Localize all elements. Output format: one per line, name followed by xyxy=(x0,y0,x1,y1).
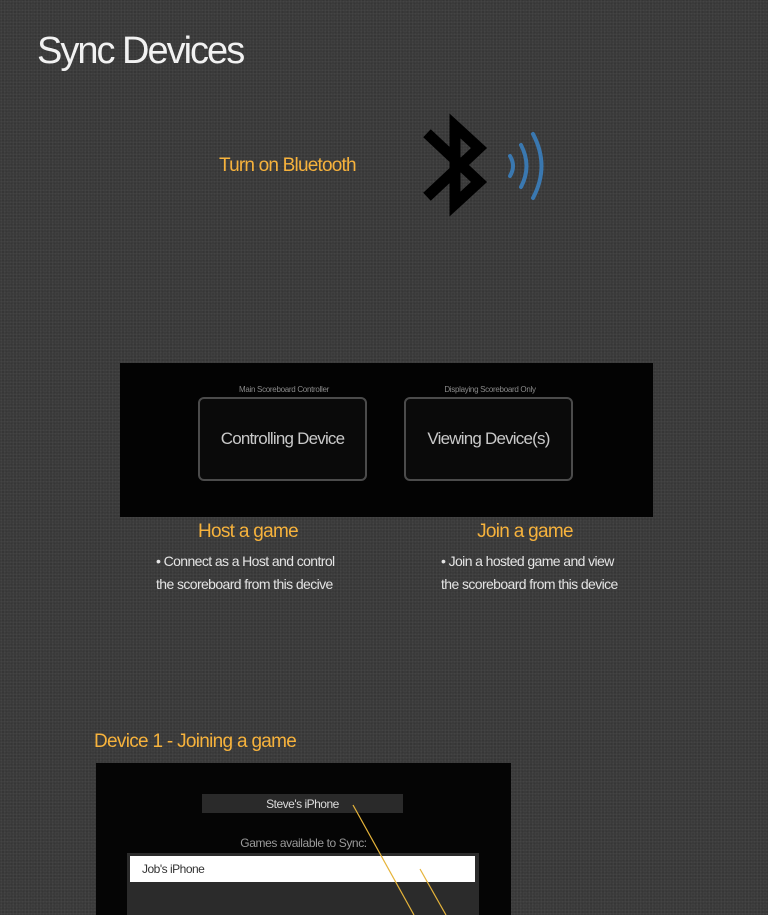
host-desc-line2: the scoreboard from this decive xyxy=(156,576,333,592)
annotation-line-1 xyxy=(352,804,415,915)
host-game-title: Host a game xyxy=(197,521,299,542)
controlling-device-button[interactable]: Controlling Device xyxy=(198,397,367,481)
join-game-title: Join a game xyxy=(477,521,574,542)
controller-caption: Main Scoreboard Controller xyxy=(238,385,330,394)
join-desc-line1: • Join a hosted game and view xyxy=(441,553,614,569)
page-title: Sync Devices xyxy=(37,30,245,72)
device-role-panel: Main Scoreboard Controller Controlling D… xyxy=(120,363,653,517)
bluetooth-icon xyxy=(423,113,488,217)
viewing-devices-button[interactable]: Viewing Device(s) xyxy=(404,397,573,481)
host-desc-line1: • Connect as a Host and control xyxy=(156,553,335,569)
join-desc-line2: the scoreboard from this device xyxy=(441,576,618,592)
join-game-description: • Join a hosted game and view the scoreb… xyxy=(441,550,618,596)
annotation-line-2 xyxy=(419,868,447,915)
viewer-caption: Displaying Scoreboard Only xyxy=(444,385,536,394)
host-game-description: • Connect as a Host and control the scor… xyxy=(156,550,335,596)
bluetooth-instruction: Turn on Bluetooth xyxy=(219,155,357,176)
annotation-lines xyxy=(352,804,447,915)
joining-section-title: Device 1 - Joining a game xyxy=(94,731,297,752)
signal-waves-icon xyxy=(508,132,544,200)
join-game-panel: Steve's iPhone Games available to Sync: … xyxy=(96,763,511,915)
